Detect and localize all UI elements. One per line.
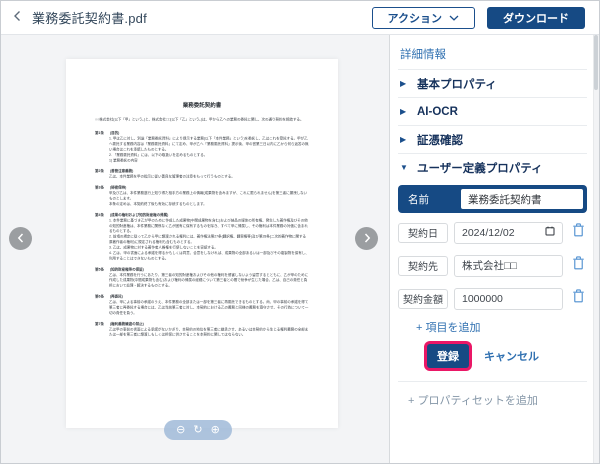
chevron-right-icon: ▶ — [400, 135, 409, 144]
pdf-preview-canvas: 業務委託契約書 ○○株式会社(以下「甲」という。)と、株式会社□□(以下「乙」と… — [1, 35, 390, 463]
field-label: 名前 — [408, 192, 455, 207]
add-item-link[interactable]: + 項目を追加 — [416, 319, 587, 335]
action-button[interactable]: アクション — [372, 7, 475, 29]
document-section: 第3条(秘密保持) 甲及び乙は、本件業務遂行上知り得た相手方の業務上の情報(成果… — [95, 185, 309, 207]
next-page-button[interactable] — [355, 227, 378, 250]
field-row-contract-party: 契約先 株式会社□□ — [398, 252, 587, 279]
back-button[interactable] — [13, 9, 22, 27]
contract-amount-input[interactable]: 1000000 — [454, 288, 563, 310]
chevron-right-icon — [363, 230, 371, 248]
cancel-link[interactable]: キャンセル — [484, 348, 539, 364]
field-label: 契約金額 — [398, 289, 448, 309]
document-section: 第1条(目的) 1. 甲は乙に対し、別途「業務委託資料」により提示する業務(以下… — [95, 131, 309, 164]
properties-panel: 詳細情報 ▶ 基本プロパティ ▶ AI-OCR ▶ 証憑確認 ▼ ユーザー定義プ… — [390, 35, 599, 463]
chevron-right-icon: ▶ — [400, 107, 409, 116]
chevron-left-icon — [13, 9, 22, 27]
calendar-icon[interactable] — [545, 226, 555, 239]
register-button[interactable]: 登録 — [427, 344, 469, 368]
details-info-link[interactable]: 詳細情報 — [398, 35, 587, 69]
delete-field-button[interactable] — [569, 289, 587, 308]
zoom-out-icon[interactable]: ⊖ — [176, 425, 185, 436]
field-label: 契約先 — [398, 256, 448, 276]
pdf-page: 業務委託契約書 ○○株式会社(以下「甲」という。)と、株式会社□□(以下「乙」と… — [66, 59, 338, 428]
panel-scrollbar[interactable] — [593, 35, 599, 463]
zoom-in-icon[interactable]: ⊕ — [211, 425, 220, 436]
section-basic-properties[interactable]: ▶ 基本プロパティ — [398, 70, 587, 97]
section-user-defined-properties[interactable]: ▼ ユーザー定義プロパティ — [398, 154, 587, 181]
rotate-icon[interactable]: ↻ — [193, 425, 202, 436]
app-window: 業務委託契約書.pdf アクション ダウンロード 業務委託契約書 ○○株式会社(… — [0, 0, 600, 464]
chevron-down-icon — [449, 12, 459, 24]
delete-field-button[interactable] — [569, 256, 587, 275]
section-evidence-check[interactable]: ▶ 証憑確認 — [398, 126, 587, 153]
page-title: 業務委託契約書.pdf — [32, 8, 147, 27]
main-area: 業務委託契約書 ○○株式会社(以下「甲」という。)と、株式会社□□(以下「乙」と… — [1, 35, 599, 463]
contract-party-input[interactable]: 株式会社□□ — [454, 255, 563, 277]
form-actions: 登録 キャンセル — [398, 344, 587, 368]
trash-icon — [572, 223, 585, 242]
document-intro: ○○株式会社(以下「甲」という。)と、株式会社□□(以下「乙」という。)は、甲か… — [95, 117, 309, 123]
viewer-toolbar: ⊖ ↻ ⊕ — [164, 420, 232, 440]
document-section: 第5条(知的財産権等の保証) 乙は、本件業務を行うにあたり、第三者の知的財産権お… — [95, 267, 309, 289]
pdf-document-content: 業務委託契約書 ○○株式会社(以下「甲」という。)と、株式会社□□(以下「乙」と… — [66, 59, 338, 338]
divider — [398, 381, 587, 382]
scrollbar-thumb[interactable] — [594, 35, 598, 90]
chevron-right-icon: ▶ — [400, 79, 409, 88]
document-section: 第6条(再委託) 乙は、甲による事前の承諾のうえ、本件業務の全部または一部を第三… — [95, 294, 309, 316]
document-title: 業務委託契約書 — [95, 101, 309, 109]
name-input[interactable]: 業務委託契約書 — [461, 189, 583, 209]
trash-icon — [572, 256, 585, 275]
field-label: 契約日 — [398, 223, 448, 243]
trash-icon — [572, 289, 585, 308]
chevron-down-icon: ▼ — [400, 163, 409, 172]
download-button[interactable]: ダウンロード — [487, 7, 585, 29]
document-section: 第7条(権利義務譲渡の禁止) 乙は甲の事前の書面による承諾がないかぎり、本契約の… — [95, 321, 309, 338]
previous-page-button[interactable] — [9, 227, 32, 250]
section-ai-ocr[interactable]: ▶ AI-OCR — [398, 98, 587, 125]
field-row-contract-amount: 契約金額 1000000 — [398, 285, 587, 312]
chevron-left-icon — [17, 230, 25, 248]
field-row-name: 名前 業務委託契約書 — [398, 185, 587, 213]
field-row-contract-date: 契約日 2024/12/02 — [398, 219, 587, 246]
delete-field-button[interactable] — [569, 223, 587, 242]
header-bar: 業務委託契約書.pdf アクション ダウンロード — [1, 1, 599, 35]
contract-date-input[interactable]: 2024/12/02 — [454, 222, 563, 244]
document-section: 第2条(善管注意義務) 乙は、本件業務を甲の指示に従い善良な管理者の注意をもって… — [95, 169, 309, 180]
add-property-set-link[interactable]: + プロパティセットを追加 — [408, 392, 587, 408]
document-section: 第4条(成果の権利および知的財産権の帰属) 1. 本件業務に基づき乙が甲のために… — [95, 212, 309, 261]
property-fields: 名前 業務委託契約書 契約日 2024/12/02 — [398, 181, 587, 312]
